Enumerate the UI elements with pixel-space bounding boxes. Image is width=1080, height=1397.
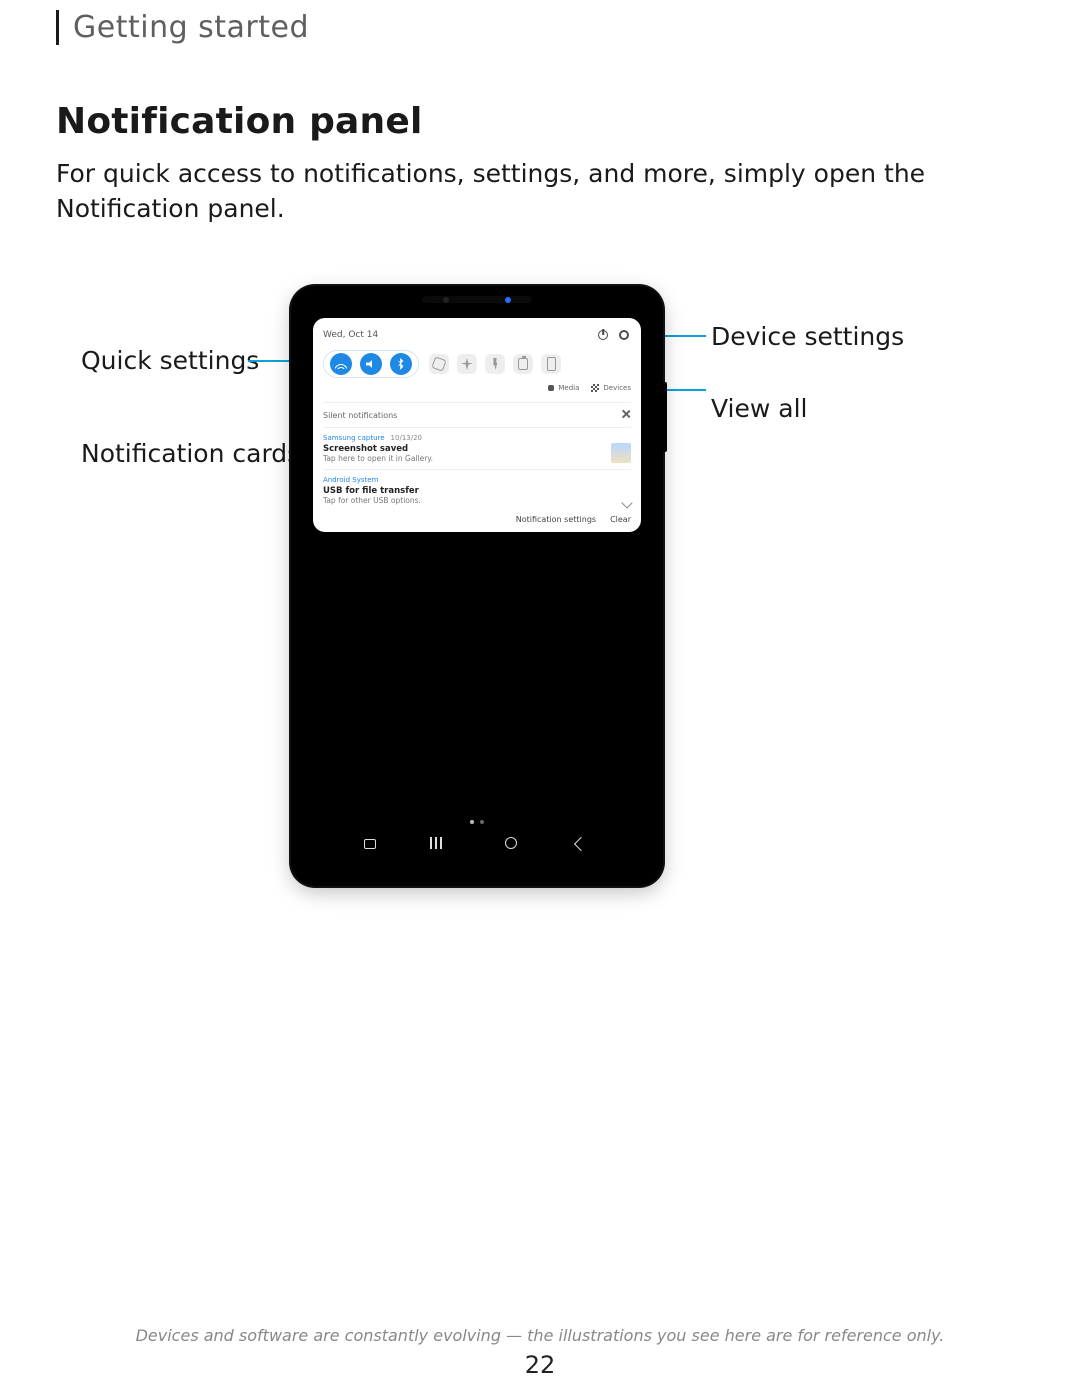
close-icon[interactable] [621,409,631,421]
devices-button[interactable]: Devices [591,384,631,392]
breadcrumb: Getting started [56,10,1024,45]
card-subtitle: Tap for other USB options. [323,496,631,505]
card-title: USB for file transfer [323,486,631,496]
portrait-icon[interactable] [541,354,561,374]
silent-heading: Silent notifications [323,411,397,420]
diagram: Quick settings Notification cards Device… [56,286,1024,906]
clear-button[interactable]: Clear [610,515,631,524]
page-number: 22 [0,1351,1080,1379]
callout-notification-cards: Notification cards [81,439,300,468]
section-title: Notification panel [56,101,1024,142]
card-subtitle: Tap here to open it in Gallery. [323,454,631,463]
callout-device-settings: Device settings [711,322,904,351]
card-title: Screenshot saved [323,444,631,454]
airplane-icon[interactable] [457,354,477,374]
home-nav-icon[interactable] [505,834,519,848]
volume-icon[interactable] [360,353,382,375]
chevron-down-icon[interactable] [623,499,631,509]
flashlight-icon[interactable] [485,354,505,374]
notification-card[interactable]: Android System USB for file transfer Tap… [323,469,631,505]
bluetooth-icon[interactable] [390,353,412,375]
notification-settings-link[interactable]: Notification settings [516,515,596,524]
media-button[interactable]: Media [548,384,579,392]
gallery-nav-icon[interactable] [364,834,378,848]
gear-icon[interactable] [617,328,631,342]
recents-nav-icon[interactable] [435,834,449,848]
callout-quick-settings: Quick settings [81,346,259,375]
app-name: Android System [323,476,378,484]
notification-shade: Wed, Oct 14 [313,318,641,532]
tablet-device: Wed, Oct 14 [291,286,663,886]
power-button-edge [663,382,667,452]
callout-view-all: View all [711,394,807,423]
pager-dots [307,820,647,824]
quick-settings-row [323,350,631,378]
thumbnail-icon [611,443,631,463]
wifi-icon[interactable] [330,353,352,375]
section-lead: For quick access to notifications, setti… [56,156,1024,226]
rotate-icon[interactable] [429,354,449,374]
status-date: Wed, Oct 14 [323,330,378,340]
power-icon[interactable] [596,328,610,342]
back-nav-icon[interactable] [576,834,590,848]
battery-icon[interactable] [513,354,533,374]
tablet-screen: Wed, Oct 14 [307,312,647,860]
app-name: Samsung capture [323,434,385,442]
notification-card[interactable]: Samsung capture 10/13/20 Screenshot save… [323,427,631,463]
timestamp: 10/13/20 [391,434,422,442]
bezel-icon [422,296,532,303]
navigation-bar [307,830,647,852]
disclaimer: Devices and software are constantly evol… [0,1326,1080,1345]
